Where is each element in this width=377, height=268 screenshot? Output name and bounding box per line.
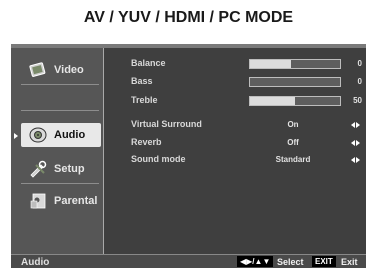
- treble-slider[interactable]: [249, 96, 341, 106]
- treble-slider-fill: [250, 97, 295, 105]
- sidebar-item-label: Video: [54, 64, 84, 76]
- sound-mode-label: Sound mode: [131, 154, 186, 164]
- bass-slider[interactable]: [249, 77, 341, 87]
- sidebar-item-setup[interactable]: Setup: [21, 157, 101, 181]
- navigation-keys-badge: ◀▶/▲▼: [237, 256, 274, 267]
- setup-icon: [27, 159, 49, 179]
- select-hint: Select: [277, 257, 304, 267]
- sidebar-item-parental[interactable]: Parental: [21, 189, 101, 213]
- reverb-arrows-icon[interactable]: [351, 139, 363, 147]
- parental-icon: [27, 191, 49, 211]
- treble-label: Treble: [131, 95, 158, 105]
- reverb-value[interactable]: Off: [273, 138, 313, 147]
- nav-divider: [21, 84, 99, 85]
- reverb-label: Reverb: [131, 137, 162, 147]
- bass-value: 0: [357, 77, 362, 86]
- virtual-surround-arrows-icon[interactable]: [351, 121, 363, 129]
- sound-mode-value[interactable]: Standard: [273, 155, 313, 164]
- sidebar-item-setup-placeholder: [21, 117, 101, 141]
- treble-value: 50: [353, 96, 362, 105]
- footer-bar: Audio ◀▶/▲▼ Select EXIT Exit: [11, 254, 366, 268]
- balance-label: Balance: [131, 58, 166, 68]
- balance-slider[interactable]: [249, 59, 341, 69]
- virtual-surround-value[interactable]: On: [273, 120, 313, 129]
- sidebar-item-label: Setup: [54, 163, 85, 175]
- exit-key-badge: EXIT: [312, 256, 336, 267]
- sidebar-item-video[interactable]: Video: [21, 58, 101, 82]
- sidebar-item-label: Parental: [54, 195, 98, 207]
- sound-mode-arrows-icon[interactable]: [351, 156, 363, 164]
- balance-slider-fill: [250, 60, 295, 68]
- bass-label: Bass: [131, 76, 153, 86]
- sidebar-divider: [103, 48, 104, 254]
- page-title: AV / YUV / HDMI / PC MODE: [83, 9, 294, 26]
- nav-divider: [21, 183, 99, 184]
- selection-pointer-icon: [14, 133, 18, 139]
- balance-value: 0: [357, 59, 362, 68]
- exit-hint[interactable]: Exit: [341, 257, 358, 267]
- virtual-surround-label: Virtual Surround: [131, 119, 202, 129]
- audio-menu-panel: Video Audio Setup Parental Balance 0 Bas…: [11, 44, 366, 268]
- footer-title: Audio: [21, 257, 50, 268]
- video-icon: [27, 60, 49, 80]
- nav-divider: [21, 110, 99, 111]
- balance-slider-thumb[interactable]: [291, 60, 299, 68]
